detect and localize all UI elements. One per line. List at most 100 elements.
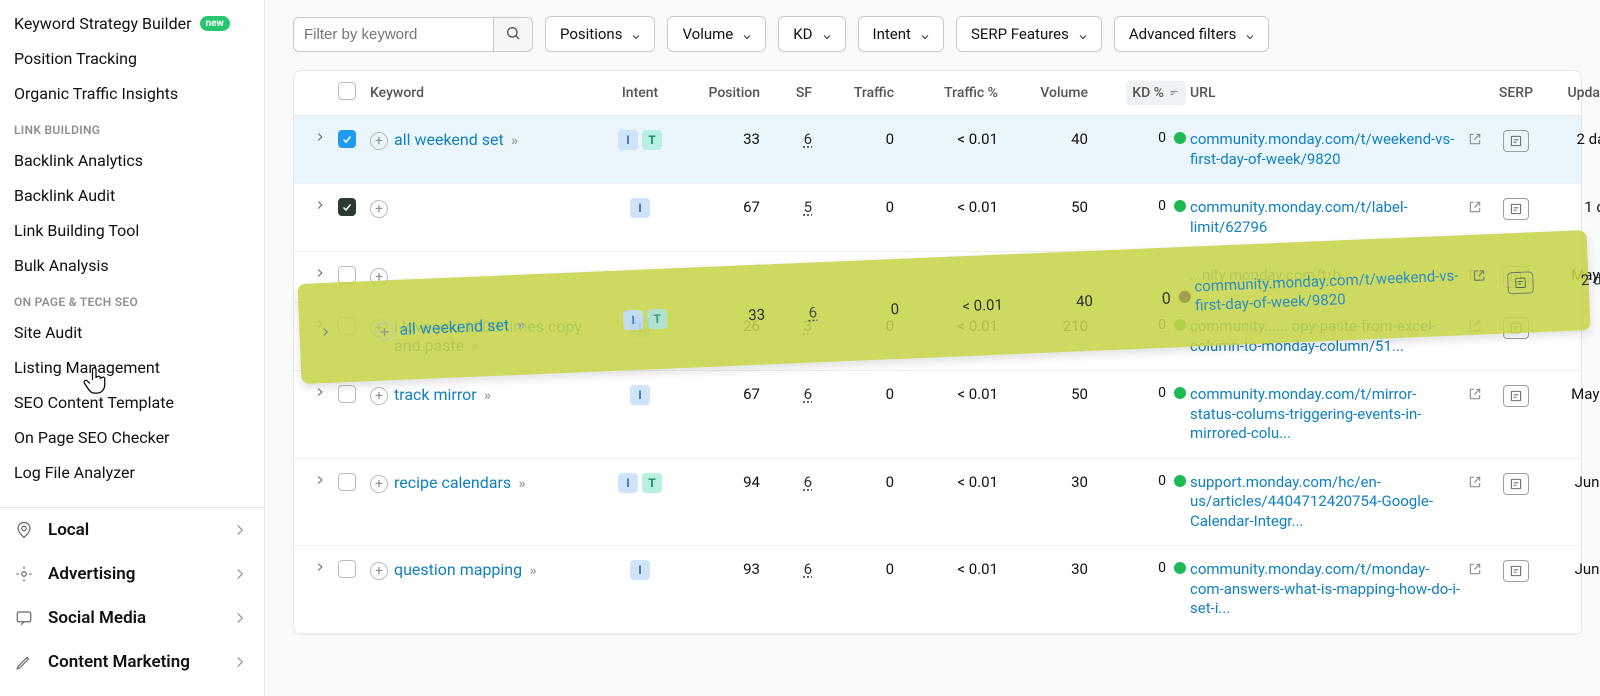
external-link-icon[interactable] <box>1468 562 1484 578</box>
sidebar-item-backlink-audit[interactable]: Backlink Audit <box>0 178 264 213</box>
col-volume[interactable]: Volume <box>1002 85 1088 101</box>
sf-value[interactable]: 6 <box>804 560 812 578</box>
add-keyword-button[interactable]: + <box>370 132 388 150</box>
expand-row-button[interactable] <box>306 385 334 403</box>
external-link-icon[interactable] <box>1468 268 1484 284</box>
sidebar-item-seo-content-template[interactable]: SEO Content Template <box>0 385 264 420</box>
url-link[interactable]: support.monday.com/hc/en-us/articles/440… <box>1190 473 1462 532</box>
col-sf[interactable]: SF <box>764 85 812 101</box>
col-intent[interactable]: Intent <box>612 85 668 101</box>
expand-row-button[interactable] <box>306 130 334 148</box>
row-checkbox[interactable] <box>338 130 356 148</box>
expand-arrows-icon[interactable]: » <box>515 476 525 492</box>
expand-row-button[interactable] <box>306 198 334 216</box>
sf-value[interactable]: 6 <box>804 130 812 148</box>
keyword-link[interactable]: all weekend set <box>394 130 504 149</box>
sidebar-item-keyword-strategy-builder[interactable]: Keyword Strategy Builder new <box>0 6 264 41</box>
sf-value[interactable]: 5 <box>804 198 812 216</box>
sidebar-item-position-tracking[interactable]: Position Tracking <box>0 41 264 76</box>
row-checkbox[interactable] <box>338 473 356 491</box>
add-keyword-button[interactable]: + <box>370 268 388 286</box>
sidebar-footer-social-media[interactable]: Social Media <box>0 596 264 640</box>
url-link[interactable]: community.monday.com/t/weekend-vs-first-… <box>1190 130 1462 169</box>
col-serp[interactable]: SERP <box>1488 85 1544 101</box>
url-link[interactable]: community.monday.com/t/monday-com-answer… <box>1190 560 1462 619</box>
row-checkbox[interactable] <box>338 560 356 578</box>
sidebar-item-bulk-analysis[interactable]: Bulk Analysis <box>0 248 264 283</box>
expand-row-button[interactable] <box>306 266 334 284</box>
url-link[interactable]: community.monday.com/t/label-limit/62796 <box>1190 198 1462 237</box>
keyword-link[interactable]: track mirror <box>394 385 477 404</box>
row-checkbox[interactable] <box>338 385 356 403</box>
url-link[interactable]: ...nity.monday.com/t/h <box>1190 266 1462 286</box>
filter-chip-positions[interactable]: Positions <box>545 16 655 52</box>
filter-chip-advanced[interactable]: Advanced filters <box>1114 16 1269 52</box>
serp-snapshot-button[interactable] <box>1503 560 1529 582</box>
sidebar-item-log-file-analyzer[interactable]: Log File Analyzer <box>0 455 264 490</box>
external-link-icon[interactable] <box>1468 200 1484 216</box>
trafficpct-cell: < 0.01 <box>898 385 998 403</box>
expand-arrows-icon[interactable]: » <box>468 339 478 355</box>
sidebar-item-link-building-tool[interactable]: Link Building Tool <box>0 213 264 248</box>
filter-chip-volume[interactable]: Volume <box>667 16 766 52</box>
row-checkbox[interactable] <box>338 198 356 216</box>
filter-chip-kd[interactable]: KD <box>778 16 845 52</box>
col-keyword[interactable]: Keyword <box>370 85 608 101</box>
keyword-link[interactable]: i love you 1000 times copy and paste <box>394 317 582 355</box>
keyword-link[interactable]: recipe calendars <box>394 473 511 492</box>
sf-value[interactable]: 3 <box>804 317 812 335</box>
expand-arrows-icon[interactable]: » <box>508 133 518 149</box>
sidebar-item-label: Link Building Tool <box>14 221 139 240</box>
add-keyword-button[interactable]: + <box>370 200 388 218</box>
select-all-checkbox[interactable] <box>338 82 356 100</box>
sidebar-item-site-audit[interactable]: Site Audit <box>0 315 264 350</box>
col-position[interactable]: Position <box>672 85 760 101</box>
col-trafficpct[interactable]: Traffic % <box>898 85 998 101</box>
filter-chip-intent[interactable]: Intent <box>858 16 944 52</box>
sidebar-footer-content-marketing[interactable]: Content Marketing <box>0 640 264 684</box>
keyword-filter-search-button[interactable] <box>493 17 533 52</box>
sidebar-item-listing-management[interactable]: Listing Management <box>0 350 264 385</box>
expand-arrows-icon[interactable]: » <box>481 388 491 404</box>
serp-snapshot-button[interactable] <box>1503 385 1529 407</box>
col-kd[interactable]: KD % <box>1092 81 1186 105</box>
add-keyword-button[interactable]: + <box>370 475 388 493</box>
serp-snapshot-button[interactable] <box>1503 266 1529 288</box>
sf-value[interactable]: 6 <box>804 473 812 491</box>
add-keyword-button[interactable]: + <box>370 562 388 580</box>
sidebar-item-on-page-seo-checker[interactable]: On Page SEO Checker <box>0 420 264 455</box>
external-link-icon[interactable] <box>1468 475 1484 491</box>
url-link[interactable]: community.monday.com/t/mirror-status-col… <box>1190 385 1462 444</box>
external-link-icon[interactable] <box>1468 319 1484 335</box>
row-checkbox[interactable] <box>338 266 356 284</box>
sidebar-item-backlink-analytics[interactable]: Backlink Analytics <box>0 143 264 178</box>
filter-chip-serp-features[interactable]: SERP Features <box>956 16 1102 52</box>
col-url[interactable]: URL <box>1190 85 1484 101</box>
sidebar-footer-local[interactable]: Local <box>0 508 264 552</box>
expand-row-button[interactable] <box>306 317 334 335</box>
serp-snapshot-button[interactable] <box>1503 317 1529 339</box>
expand-row-button[interactable] <box>306 473 334 491</box>
expand-arrows-icon[interactable]: » <box>526 563 536 579</box>
new-badge: new <box>200 16 230 31</box>
sidebar-footer-advertising[interactable]: Advertising <box>0 552 264 596</box>
external-link-icon[interactable] <box>1468 387 1484 403</box>
expand-row-button[interactable] <box>306 560 334 578</box>
add-keyword-button[interactable]: + <box>370 387 388 405</box>
row-checkbox[interactable] <box>338 317 356 335</box>
url-link[interactable]: community...... opy-paste-from-excel-col… <box>1190 317 1462 356</box>
add-keyword-button[interactable]: + <box>370 319 388 337</box>
intent-cell: I <box>612 198 668 218</box>
chevron-down-icon <box>821 29 831 39</box>
col-traffic[interactable]: Traffic <box>816 85 894 101</box>
sidebar-item-organic-traffic-insights[interactable]: Organic Traffic Insights <box>0 76 264 111</box>
keyword-filter-input[interactable] <box>293 17 493 52</box>
sf-value[interactable]: 6 <box>804 385 812 403</box>
keyword-link[interactable]: question mapping <box>394 560 522 579</box>
serp-snapshot-button[interactable] <box>1503 130 1529 152</box>
external-link-icon[interactable] <box>1468 132 1484 148</box>
intent-pill: T <box>642 130 662 150</box>
serp-snapshot-button[interactable] <box>1503 473 1529 495</box>
col-updated[interactable]: Updated <box>1548 85 1600 101</box>
serp-snapshot-button[interactable] <box>1503 198 1529 220</box>
